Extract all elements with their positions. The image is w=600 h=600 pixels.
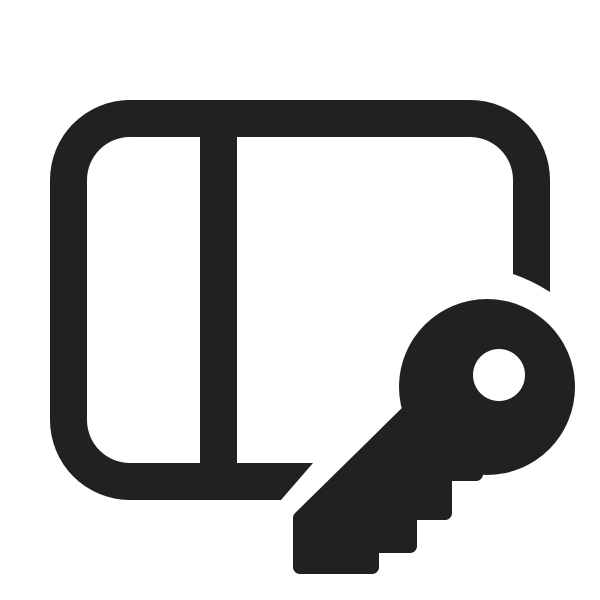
panel-left-key-icon xyxy=(50,100,575,574)
icon-canvas xyxy=(0,0,600,600)
panel-divider xyxy=(200,120,237,480)
key-hole xyxy=(473,349,525,401)
